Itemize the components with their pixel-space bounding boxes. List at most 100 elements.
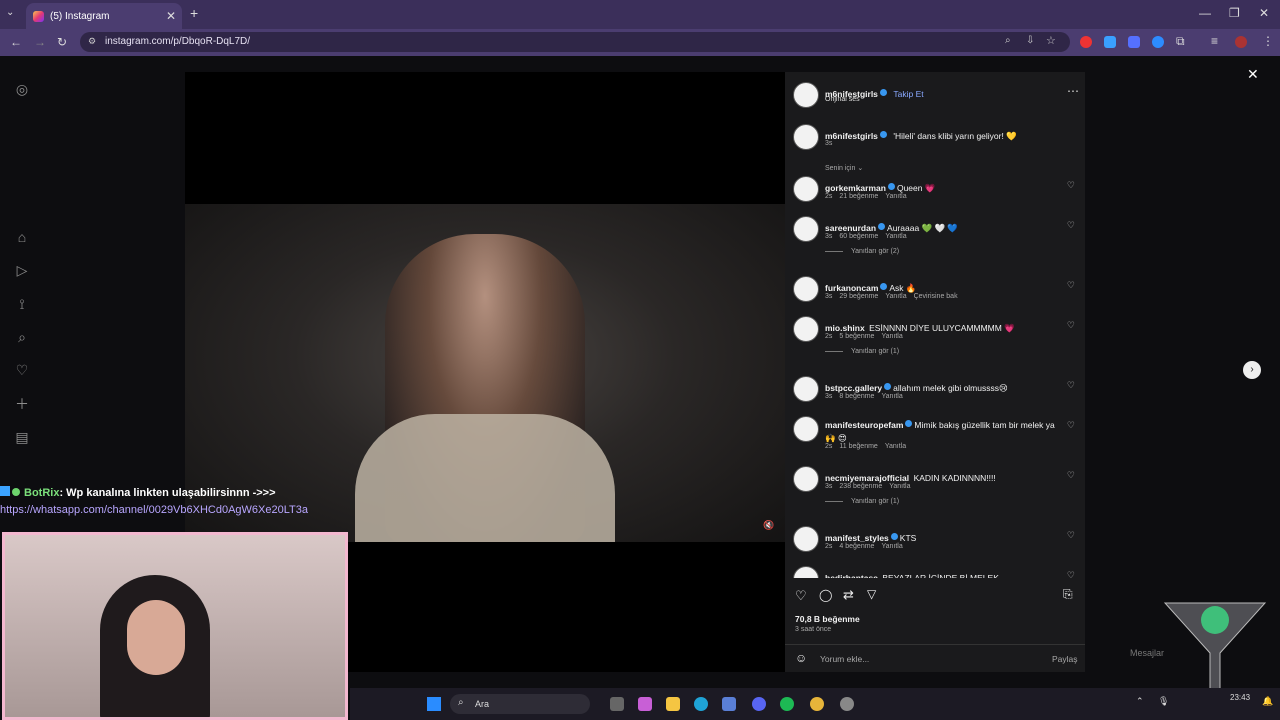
caption-avatar[interactable] bbox=[793, 124, 819, 150]
zoom-icon[interactable]: ⌕ bbox=[1005, 35, 1011, 46]
comment-likes[interactable]: 29 beğenme bbox=[839, 293, 878, 300]
commenter-name[interactable]: bstpcc.gallery bbox=[825, 383, 882, 393]
copilot-icon[interactable] bbox=[638, 697, 652, 711]
commenter-avatar[interactable] bbox=[793, 416, 819, 442]
author-avatar[interactable] bbox=[793, 82, 819, 108]
commenter-avatar[interactable] bbox=[793, 316, 819, 342]
comment-likes[interactable]: 238 beğenme bbox=[839, 483, 882, 490]
comments-list[interactable]: gorkemkarman Queen 💗 2s 21 beğenme Yanıtla ♡ s… bbox=[785, 176, 1085, 578]
address-bar[interactable]: ⚙ instagram.com/p/DbqoR-DqL7D/ ⌕ ⇩ ☆ bbox=[80, 32, 1070, 52]
commenter-avatar[interactable] bbox=[793, 276, 819, 302]
comment-like-heart-icon[interactable]: ♡ bbox=[1067, 380, 1075, 391]
commenter-name[interactable]: manifesteuropefam bbox=[825, 420, 903, 430]
comment-reply[interactable]: Yanıtla bbox=[885, 443, 906, 450]
edge-icon[interactable] bbox=[694, 697, 708, 711]
reload-icon[interactable]: ↻ bbox=[57, 35, 67, 49]
new-tab-icon[interactable]: + bbox=[190, 5, 198, 21]
view-replies-button[interactable]: Yanıtları gör (1) bbox=[825, 348, 899, 355]
comment-likes[interactable]: 60 beğenme bbox=[839, 233, 878, 240]
messages-button[interactable]: Mesajlar bbox=[1130, 648, 1164, 658]
microphone-icon[interactable]: 🎙 bbox=[1158, 696, 1169, 707]
comment-reply[interactable]: Yanıtla bbox=[881, 393, 902, 400]
comment-input[interactable]: Yorum ekle... bbox=[820, 654, 869, 664]
mute-icon[interactable]: 🔇 bbox=[763, 520, 774, 531]
extensions-puzzle-icon[interactable]: ⧉ bbox=[1176, 34, 1185, 49]
next-post-icon[interactable]: › bbox=[1243, 361, 1261, 379]
browser-menu-icon[interactable]: ⋮ bbox=[1262, 34, 1274, 48]
comment-like-heart-icon[interactable]: ♡ bbox=[1067, 280, 1075, 291]
notifications-heart-icon[interactable]: ♡ bbox=[14, 362, 30, 378]
clock[interactable]: 23:43 bbox=[1230, 693, 1250, 702]
commenter-name[interactable]: manifest_styles bbox=[825, 533, 889, 543]
profile-avatar[interactable] bbox=[1235, 36, 1247, 48]
chrome-icon[interactable] bbox=[810, 697, 824, 711]
commenter-avatar[interactable] bbox=[793, 376, 819, 402]
commenter-name[interactable]: necmiyemarajofficial bbox=[825, 473, 909, 483]
commenter-avatar[interactable] bbox=[793, 566, 819, 578]
close-post-icon[interactable]: ✕ bbox=[1247, 66, 1259, 83]
comment-like-heart-icon[interactable]: ♡ bbox=[1067, 470, 1075, 481]
instagram-logo-icon[interactable]: ◎ bbox=[14, 81, 30, 97]
extension-4-icon[interactable] bbox=[1152, 36, 1164, 48]
task-view-icon[interactable] bbox=[610, 697, 624, 711]
minimize-icon[interactable]: — bbox=[1199, 6, 1211, 20]
comment-likes[interactable]: 11 beğenme bbox=[839, 443, 877, 450]
home-icon[interactable]: ⌂ bbox=[14, 229, 30, 245]
commenter-avatar[interactable] bbox=[793, 176, 819, 202]
explore-icon[interactable]: ⟟ bbox=[14, 296, 30, 312]
emoji-icon[interactable]: ☺ bbox=[795, 651, 807, 665]
share-send-icon[interactable]: ▽ bbox=[867, 587, 876, 601]
comment-like-heart-icon[interactable]: ♡ bbox=[1067, 220, 1075, 231]
comment-like-heart-icon[interactable]: ♡ bbox=[1067, 530, 1075, 541]
comment-likes[interactable]: 21 beğenme bbox=[839, 193, 878, 200]
comment-reply[interactable]: Yanıtla bbox=[885, 293, 906, 300]
share-button[interactable]: Paylaş bbox=[1052, 654, 1078, 664]
forward-icon[interactable]: → bbox=[34, 35, 46, 49]
tab-search-icon[interactable]: ⌄ bbox=[6, 7, 14, 18]
comment-reply[interactable]: Yanıtla bbox=[889, 483, 910, 490]
comment-like-heart-icon[interactable]: ♡ bbox=[1067, 420, 1075, 431]
comment-like-heart-icon[interactable]: ♡ bbox=[1067, 180, 1075, 191]
extension-3-icon[interactable] bbox=[1128, 36, 1140, 48]
comment-translate[interactable]: Çevirisine bak bbox=[914, 293, 958, 300]
tray-chevron-icon[interactable]: ⌃ bbox=[1136, 696, 1144, 707]
comment-like-heart-icon[interactable]: ♡ bbox=[1067, 570, 1075, 578]
commenter-avatar[interactable] bbox=[793, 216, 819, 242]
reading-list-icon[interactable]: ≡ bbox=[1211, 34, 1218, 48]
commenter-avatar[interactable] bbox=[793, 526, 819, 552]
comment-likes[interactable]: 8 beğenme bbox=[839, 393, 874, 400]
reels-icon[interactable]: ▷ bbox=[14, 262, 30, 278]
tab-instagram[interactable]: (5) Instagram ✕ bbox=[26, 3, 182, 29]
more-options-icon[interactable]: ⋯ bbox=[1067, 84, 1079, 98]
notifications-icon[interactable]: 🔔 bbox=[1262, 696, 1273, 707]
extension-2-icon[interactable] bbox=[1104, 36, 1116, 48]
bookmark-star-icon[interactable]: ☆ bbox=[1046, 34, 1056, 47]
comment-like-heart-icon[interactable]: ♡ bbox=[1067, 320, 1075, 331]
commenter-name[interactable]: mio.shinx bbox=[825, 323, 865, 333]
commenter-name[interactable]: furkanoncam bbox=[825, 283, 878, 293]
create-icon[interactable]: ＋ bbox=[14, 396, 30, 412]
like-heart-icon[interactable]: ♡ bbox=[795, 588, 807, 604]
spotify-icon[interactable] bbox=[780, 697, 794, 711]
commenter-name[interactable]: bedirhantasc bbox=[825, 573, 878, 578]
comment-reply[interactable]: Yanıtla bbox=[881, 543, 902, 550]
view-replies-button[interactable]: Yanıtları gör (2) bbox=[825, 248, 899, 255]
likes-count[interactable]: 70,8 B beğenme bbox=[795, 614, 860, 624]
commenter-name[interactable]: gorkemkarman bbox=[825, 183, 886, 193]
comment-likes[interactable]: 4 beğenme bbox=[839, 543, 874, 550]
file-explorer-icon[interactable] bbox=[666, 697, 680, 711]
commenter-avatar[interactable] bbox=[793, 466, 819, 492]
follow-button[interactable]: Takip Et bbox=[893, 89, 923, 99]
save-bookmark-icon[interactable]: ⎘ bbox=[1063, 587, 1073, 602]
commenter-name[interactable]: sareenurdan bbox=[825, 223, 876, 233]
comment-icon[interactable]: ◯ bbox=[819, 588, 832, 602]
discord-icon[interactable] bbox=[752, 697, 766, 711]
audio-label[interactable]: Orijinal ses bbox=[825, 96, 860, 103]
store-icon[interactable] bbox=[722, 697, 736, 711]
bot-link[interactable]: https://whatsapp.com/channel/0029Vb6XHCd… bbox=[0, 504, 360, 516]
site-info-icon[interactable]: ⚙ bbox=[88, 36, 96, 47]
close-window-icon[interactable]: ✕ bbox=[1259, 6, 1269, 20]
caption-author[interactable]: m6nifestgirls bbox=[825, 131, 878, 141]
comment-reply[interactable]: Yanıtla bbox=[881, 333, 902, 340]
install-icon[interactable]: ⇩ bbox=[1026, 35, 1034, 46]
